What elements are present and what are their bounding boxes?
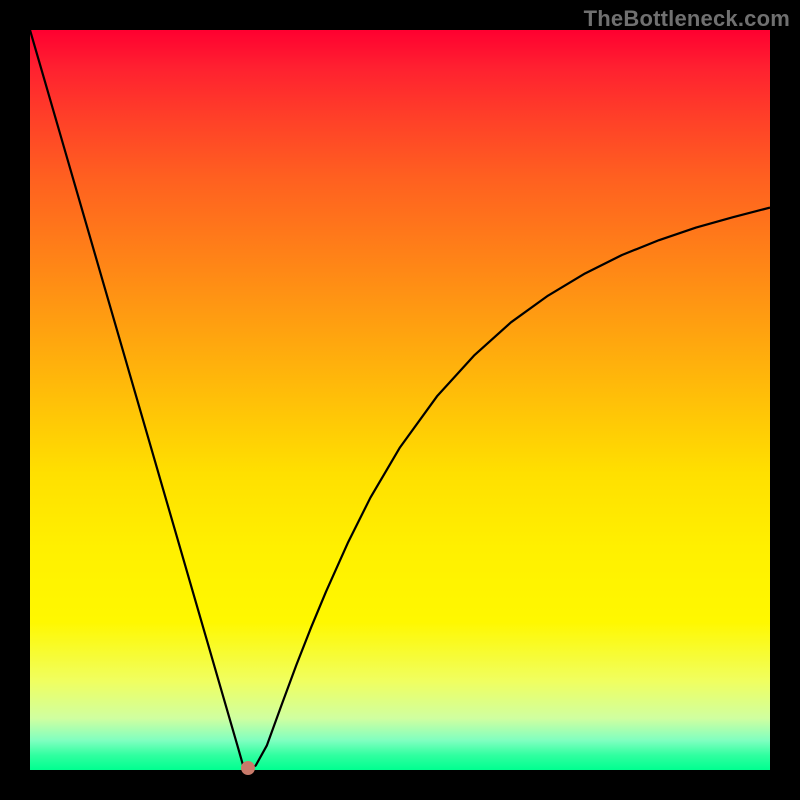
plot-area [30,30,770,770]
chart-container: TheBottleneck.com [0,0,800,800]
curve-svg [30,30,770,770]
watermark-text: TheBottleneck.com [584,6,790,32]
bottleneck-curve [30,30,770,769]
min-marker-dot [241,761,255,775]
